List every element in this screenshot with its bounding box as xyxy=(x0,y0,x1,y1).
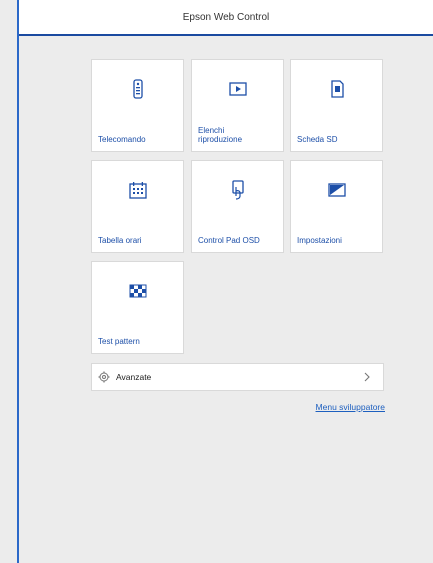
tile-impostazioni[interactable]: Impostazioni xyxy=(290,160,383,253)
avanzate-button[interactable]: Avanzate xyxy=(91,363,384,391)
page-title: Epson Web Control xyxy=(182,11,270,23)
tile-label: Control Pad OSD xyxy=(198,235,260,245)
remote-control-icon xyxy=(132,79,143,99)
chevron-right-icon xyxy=(364,372,370,382)
gear-icon xyxy=(98,371,110,383)
touch-pad-icon xyxy=(231,180,244,200)
tile-label: Elenchi riproduzione xyxy=(198,126,243,144)
tile-elenchi-riproduzione[interactable]: Elenchi riproduzione xyxy=(191,59,284,152)
avanzate-label: Avanzate xyxy=(116,372,152,382)
tile-control-pad-osd[interactable]: Control Pad OSD xyxy=(191,160,284,253)
sd-card-icon xyxy=(330,80,344,98)
left-accent-rule xyxy=(17,0,19,563)
screen-settings-icon xyxy=(327,183,346,197)
tile-label: Telecomando xyxy=(98,134,146,144)
tile-label: Impostazioni xyxy=(297,235,342,245)
checkerboard-icon xyxy=(129,284,146,298)
tile-telecomando[interactable]: Telecomando xyxy=(91,59,184,152)
page-header: Epson Web Control xyxy=(19,0,433,36)
developer-menu-link[interactable]: Menu sviluppatore xyxy=(316,402,385,412)
tile-label: Tabella orari xyxy=(98,235,142,245)
tile-scheda-sd[interactable]: Scheda SD xyxy=(290,59,383,152)
play-icon xyxy=(228,82,247,96)
tile-test-pattern[interactable]: Test pattern xyxy=(91,261,184,354)
tile-tabella-orari[interactable]: Tabella orari xyxy=(91,160,184,253)
tile-label: Test pattern xyxy=(98,336,140,346)
tile-label: Scheda SD xyxy=(297,134,338,144)
calendar-icon xyxy=(128,182,147,199)
